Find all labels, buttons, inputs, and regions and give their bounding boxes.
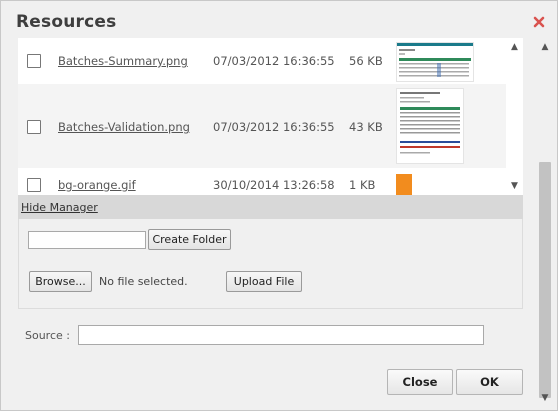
file-list-scrollbar[interactable]: ▲ ▼ xyxy=(506,38,523,195)
file-thumbnail[interactable] xyxy=(396,174,412,195)
resources-dialog: Resources ▲ ▼ Batches-Summary.png 07/03/… xyxy=(0,0,558,411)
file-date: 30/10/2014 13:26:58 xyxy=(213,178,335,192)
scroll-down-arrow-icon[interactable]: ▼ xyxy=(506,179,523,193)
manager-bar: Hide Manager xyxy=(18,195,523,219)
file-date: 07/03/2012 16:36:55 xyxy=(213,120,335,134)
file-checkbox[interactable] xyxy=(27,54,41,68)
file-checkbox[interactable] xyxy=(27,178,41,192)
file-name-link[interactable]: Batches-Validation.png xyxy=(58,120,190,134)
file-list: Batches-Summary.png 07/03/2012 16:36:55 … xyxy=(18,38,523,195)
close-x-icon[interactable] xyxy=(533,13,545,28)
create-folder-button[interactable]: Create Folder xyxy=(148,229,231,250)
browse-button[interactable]: Browse... xyxy=(29,271,92,292)
source-label: Source : xyxy=(25,329,70,342)
file-size: 1 KB xyxy=(349,178,376,192)
file-date: 07/03/2012 16:36:55 xyxy=(213,54,335,68)
file-size: 43 KB xyxy=(349,120,383,134)
file-status-text: No file selected. xyxy=(99,275,188,288)
dialog-title: Resources xyxy=(16,12,117,32)
hide-manager-link[interactable]: Hide Manager xyxy=(21,201,98,214)
scroll-down-arrow-icon[interactable]: ▼ xyxy=(538,391,552,405)
ok-button[interactable]: OK xyxy=(456,369,523,395)
file-row: Batches-Validation.png 07/03/2012 16:36:… xyxy=(18,84,506,168)
file-checkbox[interactable] xyxy=(27,120,41,134)
file-thumbnail[interactable] xyxy=(396,42,474,82)
file-thumbnail[interactable] xyxy=(396,88,464,164)
close-button[interactable]: Close xyxy=(387,369,453,395)
file-row: Batches-Summary.png 07/03/2012 16:36:55 … xyxy=(18,38,506,84)
manager-panel: Create Folder Browse... No file selected… xyxy=(18,219,523,309)
file-size: 56 KB xyxy=(349,54,383,68)
scroll-up-arrow-icon[interactable]: ▲ xyxy=(506,40,523,54)
scroll-up-arrow-icon[interactable]: ▲ xyxy=(538,40,552,54)
dialog-scrollbar[interactable]: ▲ ▼ xyxy=(538,38,552,406)
file-name-link[interactable]: bg-orange.gif xyxy=(58,178,136,192)
file-row: bg-orange.gif 30/10/2014 13:26:58 1 KB xyxy=(18,168,506,195)
file-name-link[interactable]: Batches-Summary.png xyxy=(58,54,188,68)
source-input[interactable] xyxy=(78,325,484,345)
upload-file-button[interactable]: Upload File xyxy=(226,271,302,292)
folder-name-input[interactable] xyxy=(28,231,146,249)
scrollbar-thumb[interactable] xyxy=(539,162,551,398)
